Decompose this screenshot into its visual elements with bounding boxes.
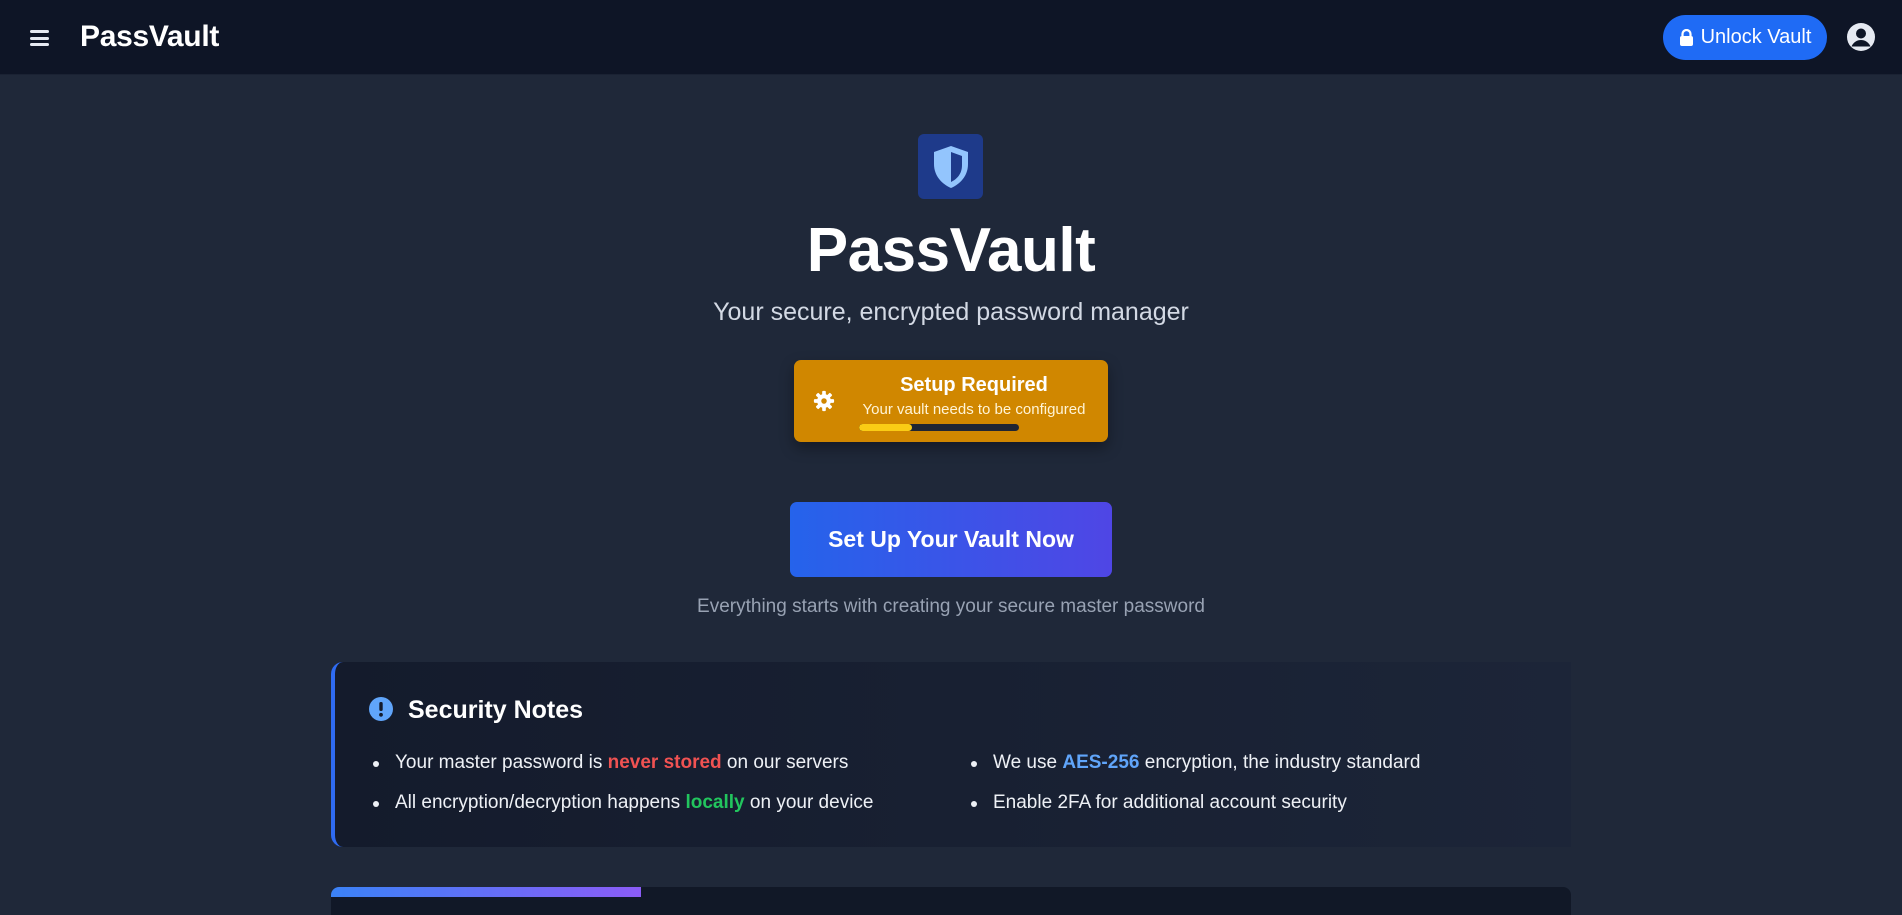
gear-icon xyxy=(813,390,835,412)
top-navbar: PassVault Unlock Vault xyxy=(0,0,1902,75)
setup-progress-bar xyxy=(859,424,1019,431)
setup-description: Your vault needs to be configured xyxy=(862,401,1086,418)
unlock-vault-label: Unlock Vault xyxy=(1700,26,1812,48)
brand-name[interactable]: PassVault xyxy=(80,20,219,54)
security-note-item: Your master password is never stored on … xyxy=(372,752,849,773)
next-section-panel xyxy=(331,887,1571,915)
security-note-item: Enable 2FA for additional account securi… xyxy=(971,792,1347,813)
user-avatar-icon[interactable] xyxy=(1846,22,1876,52)
unlock-vault-button[interactable]: Unlock Vault xyxy=(1663,15,1827,60)
lock-icon xyxy=(1679,29,1693,46)
security-note-item: We use AES-256 encryption, the industry … xyxy=(970,752,1421,773)
page-subtitle: Your secure, encrypted password manager xyxy=(713,298,1189,326)
exclamation-circle-icon xyxy=(369,697,393,721)
panel-accent-bar xyxy=(331,887,641,897)
security-note-item: All encryption/decryption happens locall… xyxy=(372,792,874,813)
setup-title: Setup Required xyxy=(900,374,1048,396)
security-notes-card: Security Notes Your master password is n… xyxy=(331,662,1571,847)
security-notes-title: Security Notes xyxy=(408,696,584,724)
setup-vault-button[interactable]: Set Up Your Vault Now xyxy=(790,502,1112,577)
setup-required-card[interactable]: Setup Required Your vault needs to be co… xyxy=(794,360,1108,442)
setup-progress-fill xyxy=(859,424,912,431)
shield-icon xyxy=(933,145,968,188)
hamburger-menu-icon[interactable] xyxy=(30,30,49,46)
cta-note: Everything starts with creating your sec… xyxy=(697,596,1205,617)
page-title: PassVault xyxy=(806,216,1096,285)
shield-logo xyxy=(918,134,983,199)
